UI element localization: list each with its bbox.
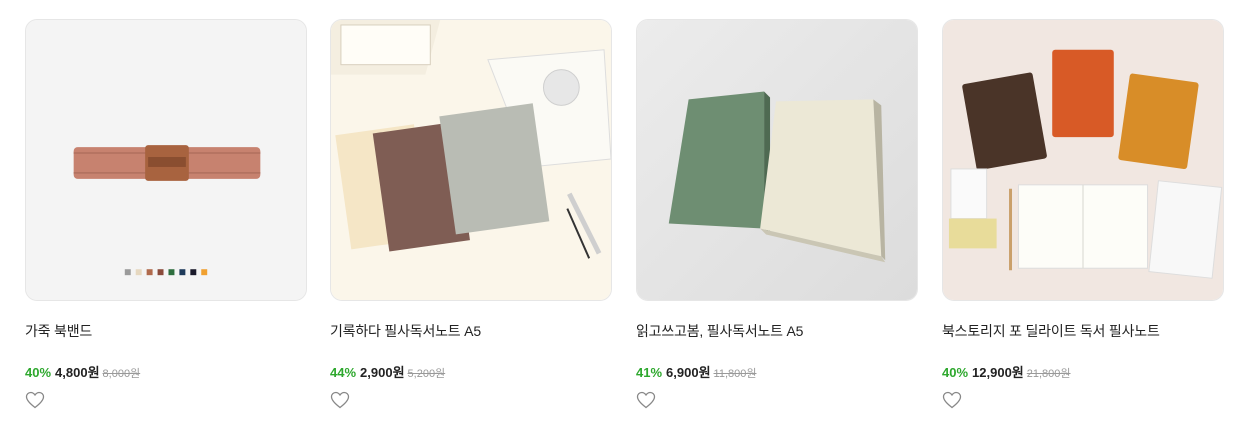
color-swatch bbox=[135, 269, 142, 276]
discount-rate: 40% bbox=[25, 365, 52, 380]
product-card[interactable]: 가죽 북밴드 40% 4,800원 8,000원 bbox=[25, 19, 307, 409]
discount-rate: 44% bbox=[330, 365, 357, 380]
sale-price: 6,900원 bbox=[666, 365, 711, 380]
sale-price: 2,900원 bbox=[360, 365, 405, 380]
color-swatch bbox=[146, 269, 153, 276]
original-price: 8,000원 bbox=[102, 368, 141, 380]
discount-rate: 40% bbox=[942, 365, 969, 380]
color-swatch bbox=[168, 269, 175, 276]
product-title[interactable]: 가죽 북밴드 bbox=[25, 322, 307, 340]
heart-outline-icon bbox=[330, 391, 350, 409]
discount-rate: 41% bbox=[636, 365, 663, 380]
wishlist-button[interactable] bbox=[330, 391, 350, 409]
product-image[interactable] bbox=[942, 19, 1224, 301]
product-image[interactable] bbox=[636, 19, 918, 301]
product-card[interactable]: 북스토리지 포 딜라이트 독서 필사노트 40% 12,900원 21,800원 bbox=[942, 19, 1224, 409]
color-swatch bbox=[157, 269, 164, 276]
original-price: 11,800원 bbox=[713, 368, 757, 380]
product-title[interactable]: 북스토리지 포 딜라이트 독서 필사노트 bbox=[942, 322, 1224, 340]
product-card[interactable]: 기록하다 필사독서노트 A5 44% 2,900원 5,200원 bbox=[330, 19, 612, 409]
heart-outline-icon bbox=[636, 391, 656, 409]
heart-outline-icon bbox=[25, 391, 45, 409]
color-swatch bbox=[201, 269, 208, 276]
color-swatch bbox=[179, 269, 186, 276]
notebook-pair-illustration bbox=[637, 20, 917, 300]
price-row: 41% 6,900원 11,800원 bbox=[636, 362, 918, 380]
reading-notebook-set-illustration bbox=[943, 20, 1223, 300]
product-title[interactable]: 읽고쓰고봄, 필사독서노트 A5 bbox=[636, 322, 918, 340]
color-swatch bbox=[124, 269, 131, 276]
wishlist-button[interactable] bbox=[942, 391, 962, 409]
original-price: 21,800원 bbox=[1026, 368, 1071, 380]
wishlist-button[interactable] bbox=[25, 391, 45, 409]
product-image[interactable] bbox=[330, 19, 612, 301]
notebook-a5-illustration bbox=[331, 20, 611, 300]
product-card[interactable]: 읽고쓰고봄, 필사독서노트 A5 41% 6,900원 11,800원 bbox=[636, 19, 918, 409]
leather-bookband-illustration bbox=[26, 20, 306, 300]
sale-price: 12,900원 bbox=[972, 365, 1024, 380]
product-title[interactable]: 기록하다 필사독서노트 A5 bbox=[330, 322, 612, 340]
product-image[interactable] bbox=[25, 19, 307, 301]
price-row: 40% 4,800원 8,000원 bbox=[25, 362, 307, 380]
original-price: 5,200원 bbox=[407, 368, 446, 380]
sale-price: 4,800원 bbox=[55, 365, 100, 380]
heart-outline-icon bbox=[942, 391, 962, 409]
wishlist-button[interactable] bbox=[636, 391, 656, 409]
product-grid: 가죽 북밴드 40% 4,800원 8,000원 기록하다 필사독서노트 A5 … bbox=[0, 0, 1241, 423]
price-row: 40% 12,900원 21,800원 bbox=[942, 362, 1224, 380]
price-row: 44% 2,900원 5,200원 bbox=[330, 362, 612, 380]
color-swatch bbox=[190, 269, 197, 276]
